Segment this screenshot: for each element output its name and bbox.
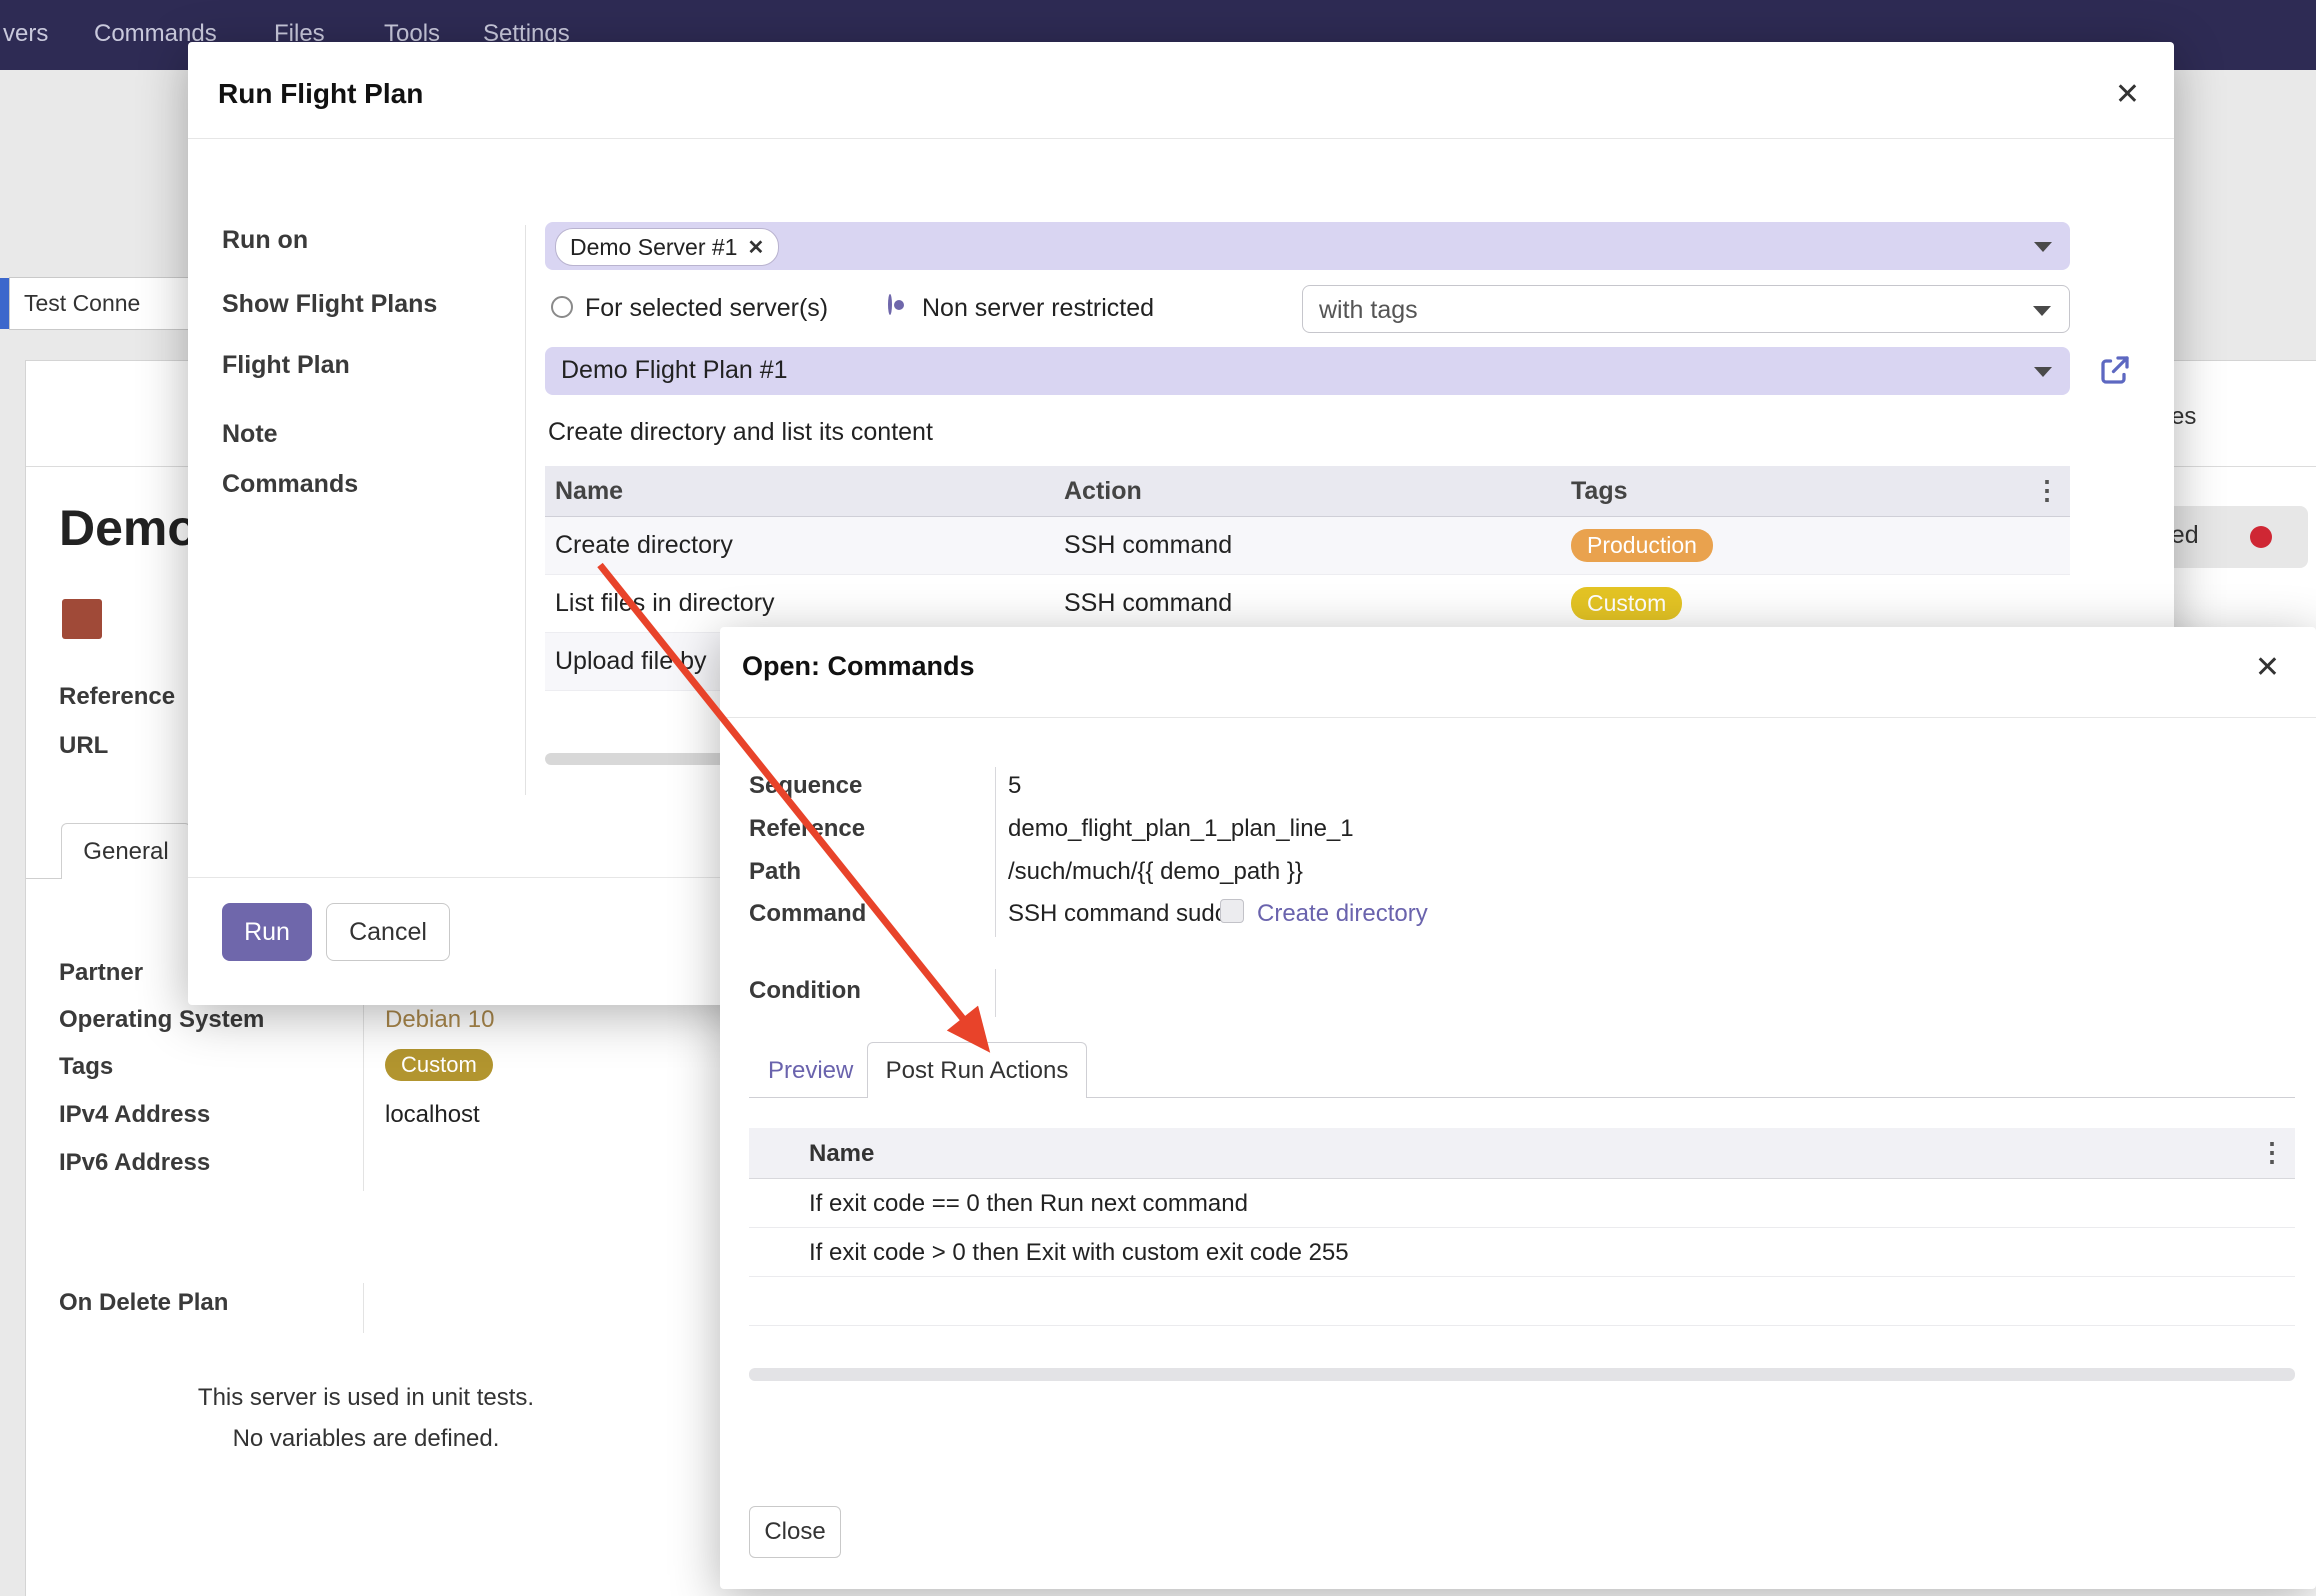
- table-row[interactable]: If exit code > 0 then Exit with custom e…: [749, 1228, 2295, 1277]
- label-column-divider: [525, 225, 526, 795]
- run-on-input[interactable]: Demo Server #1 ✕: [545, 222, 2070, 270]
- status-stopped-dot-icon: [2250, 526, 2272, 548]
- label-sequence: Sequence: [749, 772, 862, 800]
- command-checkbox[interactable]: [1220, 899, 1244, 923]
- chevron-down-icon: [2033, 306, 2051, 316]
- radio-selected-servers-label[interactable]: For selected server(s): [585, 294, 828, 323]
- value-column-divider: [995, 767, 996, 937]
- label-run-on: Run on: [222, 226, 308, 255]
- tag-badge-custom: Custom: [385, 1049, 493, 1081]
- cell-name: If exit code == 0 then Run next command: [809, 1190, 1248, 1218]
- operating-system-value[interactable]: Debian 10: [385, 1006, 494, 1034]
- field-label-tags: Tags: [59, 1053, 113, 1081]
- cell-name: Create directory: [555, 531, 733, 560]
- field-label-ipv4: IPv4 Address: [59, 1101, 210, 1129]
- tag-badge-production: Production: [1571, 529, 1713, 562]
- external-link-icon[interactable]: [2097, 352, 2133, 393]
- table-row[interactable]: If exit code == 0 then Run next command: [749, 1179, 2295, 1228]
- column-header-tags: Tags: [1571, 477, 1628, 506]
- flight-plan-select[interactable]: Demo Flight Plan #1: [545, 347, 2070, 395]
- tab-post-run-actions[interactable]: Post Run Actions: [867, 1042, 1087, 1098]
- close-icon[interactable]: ✕: [2255, 653, 2280, 683]
- chevron-down-icon: [2034, 242, 2052, 252]
- field-label-on-delete-plan: On Delete Plan: [59, 1289, 228, 1317]
- dialog-title: Run Flight Plan: [218, 78, 423, 110]
- table-options-icon[interactable]: ⋮: [2259, 1137, 2285, 1168]
- partial-primary-button[interactable]: [0, 278, 9, 329]
- radio-selected-servers[interactable]: [551, 296, 573, 318]
- command-link[interactable]: Create directory: [1257, 900, 1428, 928]
- field-label-operating-system: Operating System: [59, 1006, 264, 1034]
- close-icon[interactable]: ✕: [2115, 80, 2140, 110]
- title-divider: [720, 717, 2316, 718]
- command-value: SSH command sudo: [1008, 900, 1228, 928]
- run-button[interactable]: Run: [222, 903, 312, 961]
- chevron-down-icon: [2034, 367, 2052, 377]
- label-condition: Condition: [749, 977, 861, 1005]
- dialog-title: Open: Commands: [742, 651, 975, 682]
- path-value: /such/much/{{ demo_path }}: [1008, 858, 1303, 886]
- label-reference: Reference: [749, 815, 865, 843]
- chip-remove-icon[interactable]: ✕: [747, 235, 764, 260]
- server-chip[interactable]: Demo Server #1 ✕: [555, 228, 779, 266]
- sequence-value: 5: [1008, 772, 1021, 800]
- unit-test-note: This server is used in unit tests.: [96, 1384, 636, 1412]
- with-tags-select[interactable]: with tags: [1302, 285, 2070, 333]
- cell-action: SSH command: [1064, 589, 1232, 618]
- cell-name: If exit code > 0 then Exit with custom e…: [809, 1239, 1349, 1267]
- screen: vers Commands Files Tools Settings Test …: [0, 0, 2316, 1596]
- column-header-name: Name: [809, 1140, 874, 1168]
- tag-badge-custom: Custom: [1571, 587, 1682, 620]
- field-label-partner: Partner: [59, 959, 143, 987]
- label-command: Command: [749, 900, 866, 928]
- table-row[interactable]: List files in directory SSH command Cust…: [545, 575, 2070, 633]
- cell-name: Upload file by: [555, 647, 706, 676]
- tab-preview[interactable]: Preview: [768, 1057, 853, 1085]
- label-flight-plan: Flight Plan: [222, 351, 350, 380]
- title-divider: [188, 138, 2174, 139]
- condition-field-divider: [995, 969, 996, 1017]
- field-label-url: URL: [59, 732, 108, 760]
- table-options-icon[interactable]: ⋮: [2034, 475, 2060, 506]
- cell-action: SSH command: [1064, 531, 1232, 560]
- ipv4-value: localhost: [385, 1101, 480, 1129]
- label-show-flight-plans: Show Flight Plans: [222, 290, 437, 319]
- with-tags-value: with tags: [1319, 296, 1418, 325]
- commands-dialog: Open: Commands ✕ Sequence Reference Path…: [720, 627, 2316, 1589]
- test-connection-button[interactable]: Test Conne: [9, 277, 195, 330]
- label-commands: Commands: [222, 470, 358, 499]
- tab-general[interactable]: General: [61, 823, 191, 879]
- column-header-name: Name: [555, 477, 623, 506]
- label-path: Path: [749, 858, 801, 886]
- label-note: Note: [222, 420, 278, 449]
- no-variables-note: No variables are defined.: [96, 1425, 636, 1453]
- horizontal-scrollbar[interactable]: [749, 1368, 2295, 1381]
- flight-plan-value: Demo Flight Plan #1: [561, 356, 788, 385]
- radio-non-server-restricted-label[interactable]: Non server restricted: [922, 294, 1154, 323]
- table-header-row: Name ⋮: [749, 1128, 2295, 1179]
- table-row-empty: [749, 1277, 2295, 1326]
- note-value: Create directory and list its content: [548, 418, 933, 447]
- field-label-ipv6: IPv6 Address: [59, 1149, 210, 1177]
- card-header-fragment: es: [2171, 403, 2196, 431]
- server-chip-label: Demo Server #1: [570, 234, 737, 261]
- close-button[interactable]: Close: [749, 1506, 841, 1558]
- cell-name: List files in directory: [555, 589, 775, 618]
- column-header-action: Action: [1064, 477, 1142, 506]
- table-row[interactable]: Create directory SSH command Production: [545, 517, 2070, 575]
- color-swatch: [62, 599, 102, 639]
- page-title: Demo: [59, 499, 198, 557]
- radio-non-server-restricted[interactable]: [888, 294, 892, 315]
- menu-item-servers[interactable]: vers: [3, 20, 48, 48]
- field-label-reference: Reference: [59, 683, 175, 711]
- table-header-row: Name Action Tags ⋮: [545, 466, 2070, 517]
- cancel-button[interactable]: Cancel: [326, 903, 450, 961]
- reference-value: demo_flight_plan_1_plan_line_1: [1008, 815, 1354, 843]
- field-divider: [363, 1283, 364, 1333]
